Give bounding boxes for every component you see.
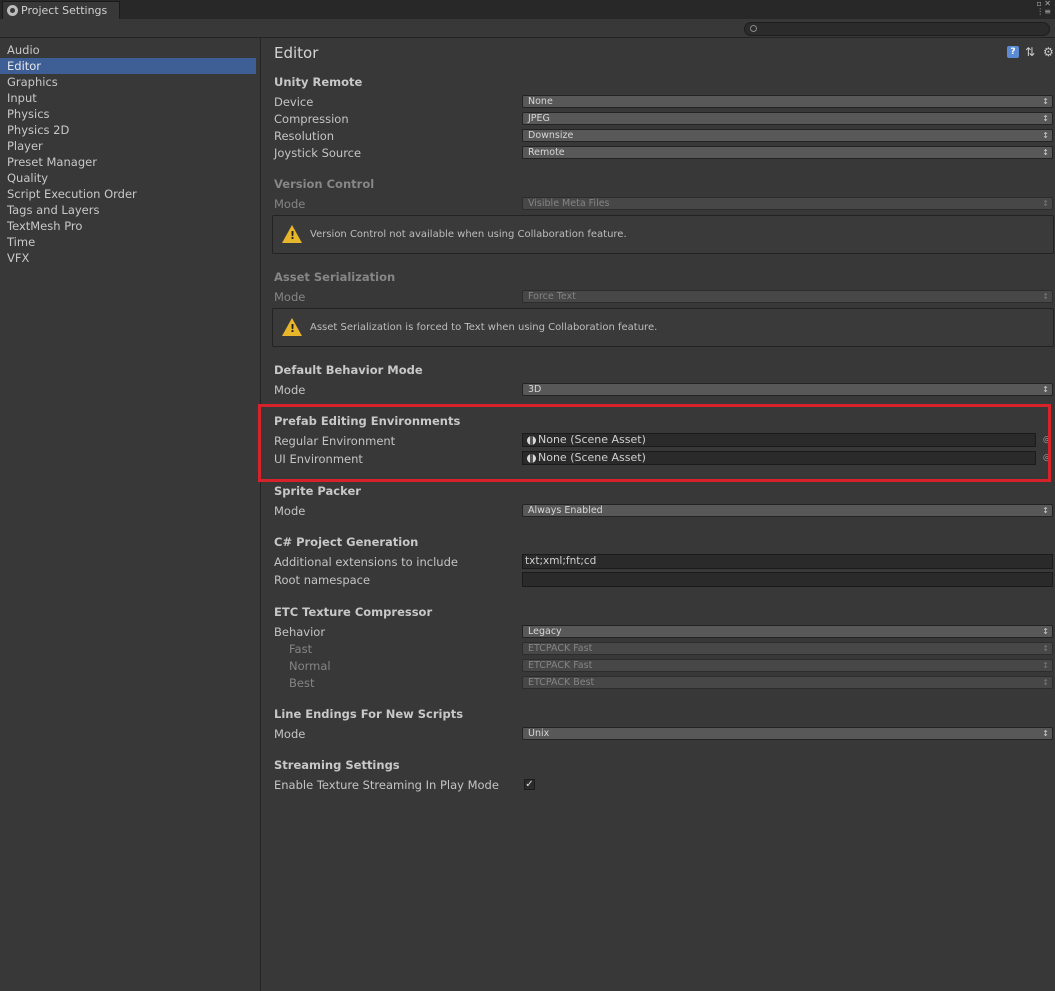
search-icon xyxy=(750,25,757,32)
regular-environment-field[interactable]: None (Scene Asset) xyxy=(522,433,1036,447)
version-control-heading: Version Control xyxy=(274,177,375,191)
prefab-editing-heading: Prefab Editing Environments xyxy=(274,414,461,428)
behavior-dropdown[interactable]: Legacy xyxy=(522,625,1053,638)
sidebar-item-preset-manager[interactable]: Preset Manager xyxy=(0,154,256,170)
asset-serialization-warning: Asset Serialization is forced to Text wh… xyxy=(272,308,1054,347)
ui-environment-label: UI Environment xyxy=(274,452,363,466)
regular-environment-value: None (Scene Asset) xyxy=(538,433,646,446)
scene-asset-icon xyxy=(527,454,536,463)
texture-streaming-checkbox[interactable]: ✓ xyxy=(524,779,535,790)
sidebar-item-textmesh-pro[interactable]: TextMesh Pro xyxy=(0,218,256,234)
root-namespace-input[interactable] xyxy=(522,572,1053,587)
regular-environment-label: Regular Environment xyxy=(274,434,396,448)
le-mode-dropdown[interactable]: Unix xyxy=(522,727,1053,740)
project-settings-tab[interactable]: Project Settings xyxy=(2,1,120,19)
ui-environment-field[interactable]: None (Scene Asset) xyxy=(522,451,1036,465)
normal-dropdown: ETCPACK Fast xyxy=(522,659,1053,672)
default-behavior-heading: Default Behavior Mode xyxy=(274,363,423,377)
warning-message: Asset Serialization is forced to Text wh… xyxy=(310,322,658,333)
extensions-label: Additional extensions to include xyxy=(274,555,458,569)
sidebar-item-audio[interactable]: Audio xyxy=(0,42,256,58)
normal-label: Normal xyxy=(289,659,331,673)
root-namespace-label: Root namespace xyxy=(274,573,371,587)
asset-serialization-heading: Asset Serialization xyxy=(274,270,396,284)
toolbar xyxy=(0,19,1055,38)
fast-dropdown: ETCPACK Fast xyxy=(522,642,1053,655)
window-controls-icon[interactable]: ▫ ✕ ⋮≡ xyxy=(1031,0,1051,19)
warning-icon xyxy=(282,225,302,243)
sidebar-item-quality[interactable]: Quality xyxy=(0,170,256,186)
as-mode-label: Mode xyxy=(274,290,306,304)
scene-asset-icon xyxy=(527,436,536,445)
etc-compressor-heading: ETC Texture Compressor xyxy=(274,605,433,619)
sidebar-item-time[interactable]: Time xyxy=(0,234,256,250)
page-title: Editor xyxy=(274,44,319,62)
sidebar-item-input[interactable]: Input xyxy=(0,90,256,106)
line-endings-heading: Line Endings For New Scripts xyxy=(274,707,464,721)
dbm-mode-dropdown[interactable]: 3D xyxy=(522,383,1053,396)
csharp-project-heading: C# Project Generation xyxy=(274,535,419,549)
sp-mode-dropdown[interactable]: Always Enabled xyxy=(522,504,1053,517)
tab-title: Project Settings xyxy=(21,4,108,17)
sidebar-item-player[interactable]: Player xyxy=(0,138,256,154)
preset-icon[interactable]: ⇅ xyxy=(1025,46,1037,58)
resolution-dropdown[interactable]: Downsize xyxy=(522,129,1053,142)
sidebar: Audio Editor Graphics Input Physics Phys… xyxy=(0,38,261,991)
texture-streaming-label: Enable Texture Streaming In Play Mode xyxy=(274,778,499,792)
sidebar-item-graphics[interactable]: Graphics xyxy=(0,74,256,90)
streaming-heading: Streaming Settings xyxy=(274,758,400,772)
help-icon[interactable]: ? xyxy=(1007,46,1019,58)
warning-message: Version Control not available when using… xyxy=(310,229,627,240)
sprite-packer-heading: Sprite Packer xyxy=(274,484,361,498)
resolution-label: Resolution xyxy=(274,129,335,143)
search-input[interactable] xyxy=(761,23,1041,35)
vc-mode-dropdown: Visible Meta Files xyxy=(522,197,1053,210)
compression-label: Compression xyxy=(274,112,349,126)
header-icons: ? ⇅ ⚙ xyxy=(1007,46,1055,58)
le-mode-label: Mode xyxy=(274,727,306,741)
sp-mode-label: Mode xyxy=(274,504,306,518)
ui-environment-value: None (Scene Asset) xyxy=(538,451,646,464)
sidebar-item-vfx[interactable]: VFX xyxy=(0,250,256,266)
sidebar-item-tags-and-layers[interactable]: Tags and Layers xyxy=(0,202,256,218)
best-dropdown: ETCPACK Best xyxy=(522,676,1053,689)
as-mode-dropdown: Force Text xyxy=(522,290,1053,303)
sidebar-item-editor[interactable]: Editor xyxy=(0,58,256,74)
sidebar-item-physics-2d[interactable]: Physics 2D xyxy=(0,122,256,138)
unity-remote-heading: Unity Remote xyxy=(274,75,363,89)
fast-label: Fast xyxy=(289,642,313,656)
gear-icon xyxy=(7,5,18,16)
device-dropdown[interactable]: None xyxy=(522,95,1053,108)
device-label: Device xyxy=(274,95,314,109)
settings-icon[interactable]: ⚙ xyxy=(1043,46,1055,58)
version-control-warning: Version Control not available when using… xyxy=(272,215,1054,254)
joystick-source-label: Joystick Source xyxy=(274,146,362,160)
best-label: Best xyxy=(289,676,315,690)
search-box[interactable] xyxy=(744,22,1050,36)
dbm-mode-label: Mode xyxy=(274,383,306,397)
object-picker-icon[interactable]: ◎ xyxy=(1043,433,1053,447)
compression-dropdown[interactable]: JPEG xyxy=(522,112,1053,125)
main-panel: Editor ? ⇅ ⚙ Unity Remote Device None Co… xyxy=(262,38,1055,991)
object-picker-icon[interactable]: ◎ xyxy=(1043,451,1053,465)
behavior-label: Behavior xyxy=(274,625,326,639)
sidebar-item-physics[interactable]: Physics xyxy=(0,106,256,122)
tab-strip: Project Settings ▫ ✕ ⋮≡ xyxy=(0,0,1055,19)
warning-icon xyxy=(282,318,302,336)
sidebar-item-script-execution-order[interactable]: Script Execution Order xyxy=(0,186,256,202)
extensions-input[interactable]: txt;xml;fnt;cd xyxy=(522,554,1053,569)
joystick-source-dropdown[interactable]: Remote xyxy=(522,146,1053,159)
vc-mode-label: Mode xyxy=(274,197,306,211)
